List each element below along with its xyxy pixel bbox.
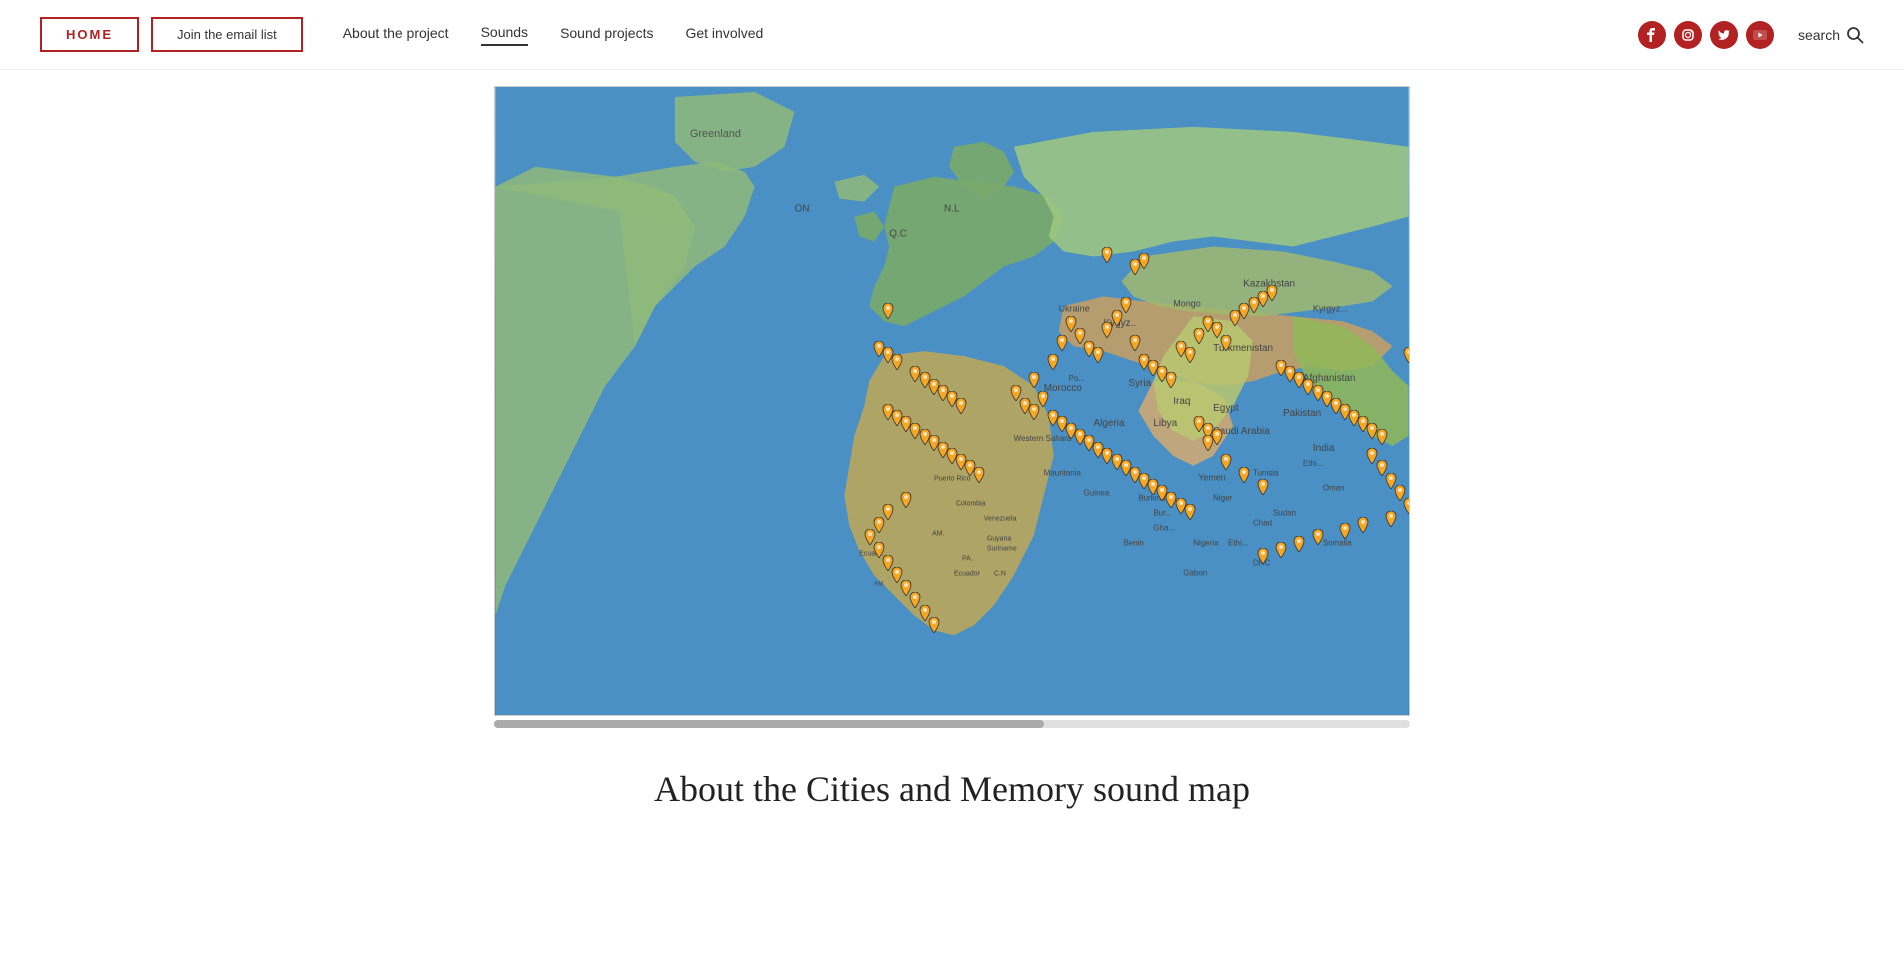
- youtube-icon[interactable]: [1746, 21, 1774, 49]
- svg-text:Afghanistan: Afghanistan: [1303, 373, 1356, 384]
- svg-text:Ecuador: Ecuador: [954, 570, 981, 577]
- map-scrollbar[interactable]: [494, 720, 1410, 728]
- svg-text:Nigeria: Nigeria: [1193, 539, 1219, 548]
- svg-text:Algeria: Algeria: [1094, 418, 1125, 429]
- map-background: Greenland N.L Q.C ON Russia Kazakhstan K…: [495, 87, 1409, 715]
- svg-text:Kyrgyz...: Kyrgyz...: [1313, 303, 1348, 313]
- svg-text:Mongo: Mongo: [1173, 298, 1200, 308]
- map-scrollbar-thumb[interactable]: [494, 720, 1044, 728]
- svg-text:PA.: PA.: [962, 555, 973, 562]
- svg-text:Po...: Po...: [1069, 374, 1085, 383]
- map-scrollbar-container: [494, 716, 1410, 728]
- nav-left: HOME Join the email list: [40, 17, 303, 52]
- svg-text:Yemen: Yemen: [1198, 473, 1226, 483]
- svg-text:Somalia: Somalia: [1323, 539, 1352, 548]
- search-label: search: [1798, 27, 1840, 43]
- svg-text:AM.: AM.: [874, 581, 885, 587]
- svg-text:Sudan: Sudan: [1273, 509, 1296, 518]
- svg-text:Kazakhstan: Kazakhstan: [1243, 278, 1295, 289]
- map-svg: Greenland N.L Q.C ON Russia Kazakhstan K…: [495, 87, 1409, 715]
- svg-text:Gha...: Gha...: [1153, 524, 1175, 533]
- svg-text:Western Sahara: Western Sahara: [1014, 434, 1072, 443]
- svg-text:Syria: Syria: [1128, 378, 1151, 389]
- svg-text:Saudi Arabia: Saudi Arabia: [1213, 426, 1270, 437]
- twitter-icon[interactable]: [1710, 21, 1738, 49]
- svg-text:Iraq: Iraq: [1173, 396, 1190, 407]
- svg-text:Ukraine: Ukraine: [1059, 303, 1090, 313]
- about-title: About the Cities and Memory sound map: [0, 768, 1904, 810]
- svg-text:Egypt: Egypt: [1213, 403, 1239, 414]
- svg-text:Ethi...: Ethi...: [1228, 539, 1248, 548]
- svg-text:Suriname: Suriname: [987, 546, 1017, 553]
- svg-text:Niger: Niger: [1213, 494, 1232, 503]
- svg-text:Ecuad...: Ecuad...: [859, 551, 885, 558]
- nav-link-sounds[interactable]: Sounds: [481, 24, 528, 46]
- svg-text:Q.C: Q.C: [889, 229, 907, 240]
- email-list-button[interactable]: Join the email list: [151, 17, 303, 52]
- svg-text:Ethi...: Ethi...: [1303, 459, 1323, 468]
- svg-text:Mauritania: Mauritania: [1044, 469, 1082, 478]
- svg-text:Chad: Chad: [1253, 519, 1272, 528]
- svg-text:Guinea: Guinea: [1084, 489, 1110, 498]
- svg-text:Turkmenistan: Turkmenistan: [1213, 343, 1273, 354]
- svg-text:Gabon: Gabon: [1183, 568, 1207, 577]
- nav-link-get-involved[interactable]: Get involved: [685, 25, 763, 45]
- nav-link-sound-projects[interactable]: Sound projects: [560, 25, 653, 45]
- svg-text:ON: ON: [795, 204, 810, 215]
- nav-right: search: [1638, 21, 1864, 49]
- svg-text:AM.: AM.: [932, 531, 944, 538]
- svg-text:Kygyz..: Kygyz..: [1104, 318, 1137, 329]
- svg-text:C.N: C.N: [994, 570, 1006, 577]
- svg-text:Venezuela: Venezuela: [984, 516, 1017, 523]
- svg-text:Oman: Oman: [1323, 484, 1345, 493]
- svg-text:N.L: N.L: [944, 204, 960, 215]
- nav-link-about[interactable]: About the project: [343, 25, 449, 45]
- svg-text:Morocco: Morocco: [1044, 383, 1083, 394]
- svg-text:Tunisia: Tunisia: [1253, 469, 1279, 478]
- search-area[interactable]: search: [1798, 26, 1864, 44]
- svg-text:Greenland: Greenland: [690, 128, 741, 140]
- nav-links: About the project Sounds Sound projects …: [343, 24, 764, 46]
- facebook-icon[interactable]: [1638, 21, 1666, 49]
- home-button[interactable]: HOME: [40, 17, 139, 52]
- svg-text:Guyana: Guyana: [987, 536, 1012, 543]
- svg-text:Burkina: Burkina: [1138, 494, 1166, 503]
- search-icon: [1846, 26, 1864, 44]
- instagram-icon[interactable]: [1674, 21, 1702, 49]
- navigation: HOME Join the email list About the proje…: [0, 0, 1904, 70]
- about-section: About the Cities and Memory sound map: [0, 728, 1904, 810]
- svg-text:DRC: DRC: [1253, 558, 1271, 567]
- svg-text:Pakistan: Pakistan: [1283, 408, 1321, 419]
- svg-text:Bur...: Bur...: [1153, 509, 1172, 518]
- svg-text:Libya: Libya: [1153, 418, 1177, 429]
- svg-text:Benin: Benin: [1123, 539, 1143, 548]
- svg-text:Colombia: Colombia: [956, 501, 986, 508]
- svg-text:India: India: [1313, 443, 1335, 454]
- world-map[interactable]: Greenland N.L Q.C ON Russia Kazakhstan K…: [494, 86, 1410, 716]
- svg-text:Puerto Rico: Puerto Rico: [934, 476, 971, 483]
